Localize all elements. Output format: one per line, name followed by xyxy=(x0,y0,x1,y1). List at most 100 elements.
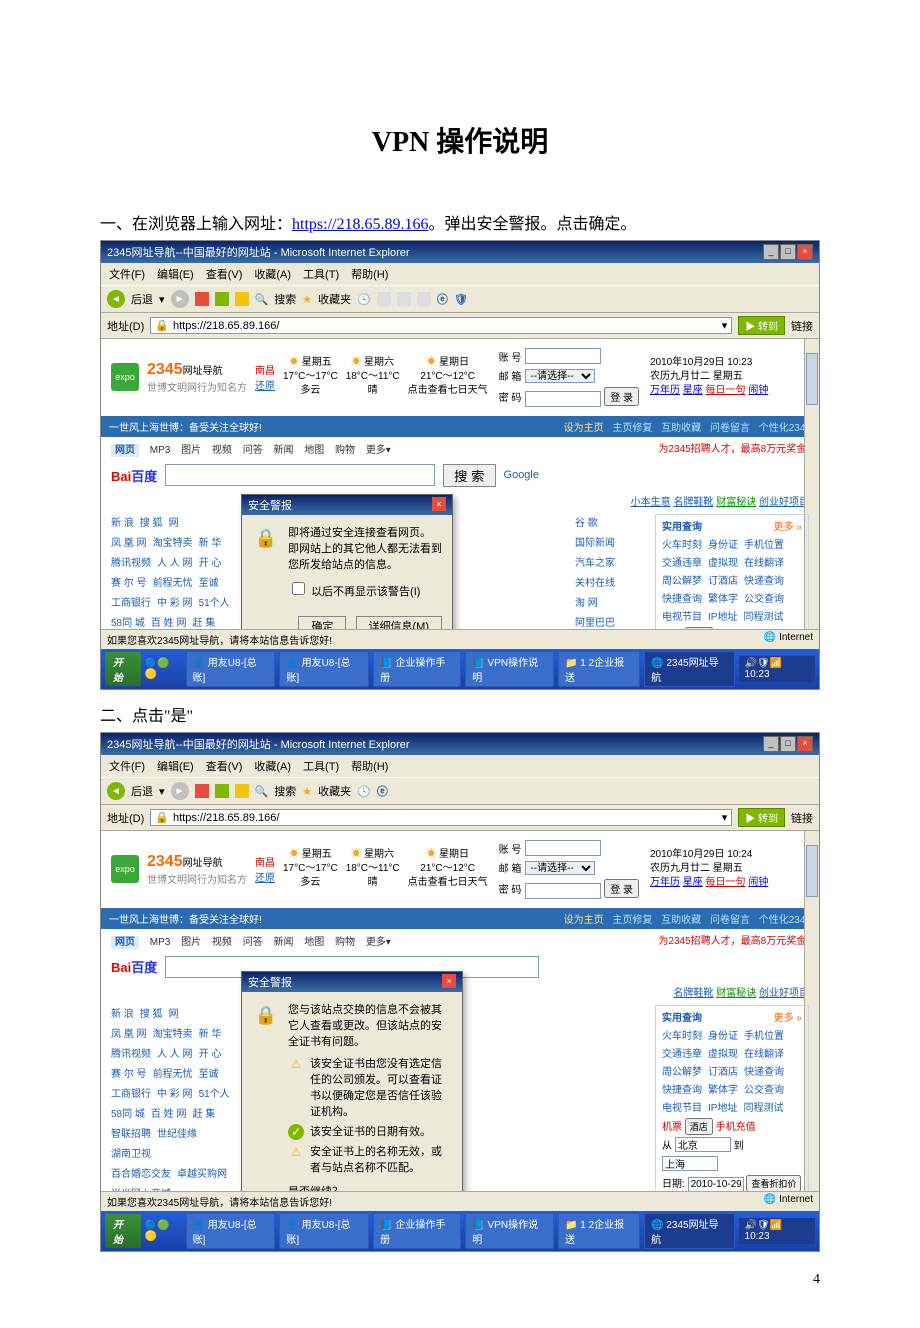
hot-link[interactable]: 创业好项目 xyxy=(759,497,809,508)
tab-mp3[interactable]: MP3 xyxy=(150,445,171,456)
dialog-close-icon[interactable]: × xyxy=(442,974,456,988)
mail-select[interactable]: --请选择-- xyxy=(525,861,595,875)
tool-icon-3[interactable] xyxy=(417,292,431,306)
tool-icon-2[interactable] xyxy=(397,292,411,306)
tab-image[interactable]: 图片 xyxy=(181,445,201,456)
maximize-button[interactable]: □ xyxy=(780,244,796,260)
tab-web[interactable]: 网页 xyxy=(111,444,139,457)
ie-icon[interactable]: ⓔ xyxy=(437,291,448,307)
user-input[interactable] xyxy=(525,840,601,856)
help-fav[interactable]: 互助收藏 xyxy=(661,423,701,434)
google-link[interactable]: Google xyxy=(504,469,539,481)
history-icon[interactable]: 🕓 xyxy=(357,785,371,798)
change-city[interactable]: 还原 xyxy=(255,381,275,392)
tab-news[interactable]: 新闻 xyxy=(273,445,293,456)
cal-link[interactable]: 万年历 xyxy=(650,385,680,396)
menu-edit[interactable]: 编辑(E) xyxy=(153,265,198,283)
pass-input[interactable] xyxy=(525,883,601,899)
mail-select[interactable]: --请选择-- xyxy=(525,369,595,383)
home-icon[interactable] xyxy=(235,784,249,798)
links-label[interactable]: 链接 xyxy=(791,318,813,334)
details-button[interactable]: 详细信息(M) xyxy=(356,616,443,630)
more-link[interactable]: 更多 » xyxy=(774,519,802,537)
menu-fav[interactable]: 收藏(A) xyxy=(250,265,295,283)
menu-view[interactable]: 查看(V) xyxy=(202,265,247,283)
refresh-icon[interactable] xyxy=(215,784,229,798)
menu-fav[interactable]: 收藏(A) xyxy=(250,757,295,775)
menu-help[interactable]: 帮助(H) xyxy=(347,265,392,283)
task-item[interactable]: 📘 企业操作手册 xyxy=(373,651,461,687)
dialog-title: 安全警报 xyxy=(248,974,292,990)
change-city[interactable]: 还原 xyxy=(255,873,275,884)
user-input[interactable] xyxy=(525,348,601,364)
back-button[interactable]: ◄ xyxy=(107,782,125,800)
favorites-icon[interactable]: ★ xyxy=(302,293,312,306)
favorites-icon[interactable]: ★ xyxy=(302,785,312,798)
close-button[interactable]: × xyxy=(797,244,813,260)
search-icon[interactable]: 🔍 xyxy=(255,293,269,306)
tool-icon-1[interactable] xyxy=(377,292,391,306)
forward-button[interactable]: ► xyxy=(171,782,189,800)
go-button[interactable]: ▶ 转到 xyxy=(738,808,785,827)
tool-icon-4[interactable]: 🛡 xyxy=(454,293,468,306)
menu-file[interactable]: 文件(F) xyxy=(105,757,149,775)
search-icon[interactable]: 🔍 xyxy=(255,785,269,798)
refresh-icon[interactable] xyxy=(215,292,229,306)
address-input[interactable]: 🔒 https://218.65.89.166/▾ xyxy=(150,809,732,826)
pass-input[interactable] xyxy=(525,391,601,407)
minimize-button[interactable]: _ xyxy=(763,244,779,260)
tab-video[interactable]: 视频 xyxy=(212,445,232,456)
ok-button[interactable]: 确定 xyxy=(298,616,346,630)
menu-view[interactable]: 查看(V) xyxy=(202,757,247,775)
zodiac-link[interactable]: 星座 xyxy=(683,385,703,396)
address-input[interactable]: 🔒 https://218.65.89.166/ ▾ xyxy=(150,317,732,334)
links-label[interactable]: 链接 xyxy=(791,810,813,826)
minimize-button[interactable]: _ xyxy=(763,736,779,752)
search-input[interactable] xyxy=(165,464,435,486)
blue-bar: 一世风上海世博：备受关注全球好! 设为主页 主页修复 互助收藏 问卷留言 个性化… xyxy=(101,416,819,437)
menu-help[interactable]: 帮助(H) xyxy=(347,757,392,775)
login-button[interactable]: 登 录 xyxy=(604,387,639,406)
task-item[interactable]: 👤 用友U8-[总账] xyxy=(279,651,369,687)
search-button[interactable]: 搜 索 xyxy=(443,464,495,487)
url-link[interactable]: https://218.65.89.166 xyxy=(292,216,428,233)
menu-tools[interactable]: 工具(T) xyxy=(299,757,343,775)
tab-map[interactable]: 地图 xyxy=(304,445,324,456)
alarm-link[interactable]: 闹钟 xyxy=(748,385,768,396)
home-icon[interactable] xyxy=(235,292,249,306)
go-button[interactable]: ▶ 转到 xyxy=(738,316,785,335)
repair-home[interactable]: 主页修复 xyxy=(612,423,652,434)
dont-show-checkbox[interactable] xyxy=(292,582,305,595)
feedback[interactable]: 问卷留言 xyxy=(710,423,750,434)
tab-more[interactable]: 更多▾ xyxy=(366,445,391,456)
history-icon[interactable]: 🕓 xyxy=(357,293,371,306)
set-home[interactable]: 设为主页 xyxy=(564,423,604,434)
tab-shop[interactable]: 购物 xyxy=(335,445,355,456)
forward-button[interactable]: ► xyxy=(171,290,189,308)
start-button[interactable]: 开始 xyxy=(105,652,141,686)
menu-file[interactable]: 文件(F) xyxy=(105,265,149,283)
hot-link[interactable]: 财富秘诀 xyxy=(716,497,756,508)
start-button[interactable]: 开始 xyxy=(105,1214,141,1248)
stop-icon[interactable] xyxy=(195,784,209,798)
menu-edit[interactable]: 编辑(E) xyxy=(153,757,198,775)
back-button[interactable]: ◄ xyxy=(107,290,125,308)
hot-link[interactable]: 小本生意 xyxy=(631,497,671,508)
daily-link[interactable]: 每日一句 xyxy=(706,385,746,396)
close-button[interactable]: × xyxy=(797,736,813,752)
ie-icon[interactable]: ⓔ xyxy=(377,783,388,799)
task-item-active[interactable]: 🌐 2345网址导航 xyxy=(644,651,734,687)
stop-icon[interactable] xyxy=(195,292,209,306)
hotel-tab[interactable]: 酒店 xyxy=(685,627,713,630)
hot-link[interactable]: 名牌鞋靴 xyxy=(673,497,713,508)
system-tray[interactable]: 🔊🛡📶 10:23 xyxy=(739,656,815,682)
login-button[interactable]: 登 录 xyxy=(604,879,639,898)
task-item[interactable]: 📁 1 2企业报送 xyxy=(558,651,640,687)
task-item[interactable]: 📘 VPN操作说明 xyxy=(465,651,554,687)
tab-qa[interactable]: 问答 xyxy=(243,445,263,456)
menu-tools[interactable]: 工具(T) xyxy=(299,265,343,283)
maximize-button[interactable]: □ xyxy=(780,736,796,752)
dialog-close-icon[interactable]: × xyxy=(432,497,446,511)
task-item[interactable]: 👤 用友U8-[总账] xyxy=(186,651,276,687)
weather-day-1: ☀ 星期五 17°C～17°C多云 xyxy=(283,356,338,398)
